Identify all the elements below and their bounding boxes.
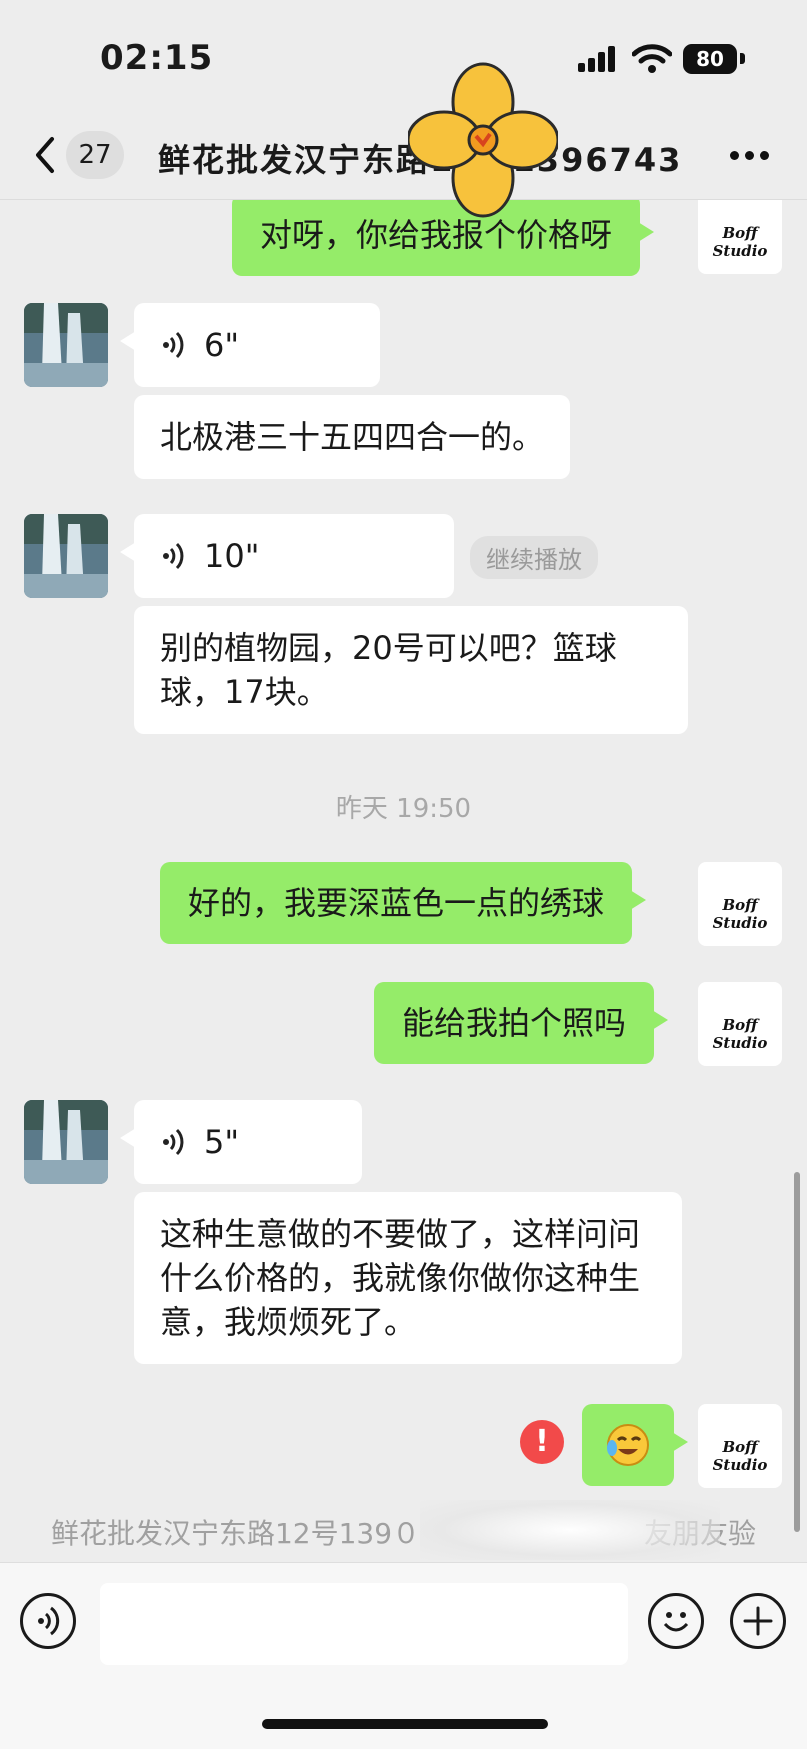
input-bar [0, 1562, 807, 1749]
blur-overlay [420, 1500, 720, 1560]
more-options-icon[interactable] [728, 151, 772, 163]
voice-duration: 10" [204, 537, 260, 575]
cellular-signal-icon [578, 46, 620, 72]
outgoing-message[interactable]: 好的，我要深蓝色一点的绣球 [160, 862, 647, 944]
status-time: 02:15 [100, 38, 214, 78]
my-avatar[interactable]: Boff Studio [698, 862, 782, 946]
message-timestamp: 昨天 19:50 [335, 794, 472, 824]
status-bar: 02:15 80 [0, 0, 807, 115]
incoming-message[interactable]: 北极港三十五四四合一的。 [134, 395, 571, 479]
flower-sticker-icon [408, 62, 558, 218]
contact-avatar[interactable] [24, 514, 108, 598]
battery-icon: 80 [683, 44, 737, 74]
voice-input-icon [38, 1606, 60, 1636]
voice-wave-icon [163, 1128, 184, 1156]
voice-message[interactable]: 5" [120, 1100, 362, 1184]
chat-header: 27 鲜花批发汉宁东路12号1396743５ [0, 115, 807, 200]
voice-wave-icon [163, 542, 184, 570]
contact-avatar[interactable] [24, 303, 108, 387]
voice-wave-icon [163, 331, 184, 359]
my-avatar[interactable]: Boff Studio [698, 200, 782, 274]
plus-icon [743, 1606, 773, 1636]
incoming-message[interactable]: 这种生意做的不要做了，这样问问什么价格的，我就像你做你这种生意，我烦烦死了。 [134, 1192, 682, 1364]
outgoing-message[interactable]: 能给我拍个照吗 [374, 982, 669, 1064]
my-avatar[interactable]: Boff Studio [698, 1404, 782, 1488]
waterfall-avatar-image [24, 514, 108, 598]
my-avatar[interactable]: Boff Studio [698, 982, 782, 1066]
scrollbar[interactable] [794, 1172, 800, 1532]
waterfall-avatar-image [24, 303, 108, 387]
incoming-message[interactable]: 别的植物园，20号可以吧？篮球球，17块。 [134, 606, 688, 734]
smiley-icon [663, 1612, 689, 1632]
unread-count-badge[interactable]: 27 [66, 131, 124, 179]
crying-laughing-emoji-icon [607, 1424, 649, 1466]
home-indicator [262, 1719, 548, 1729]
message-list[interactable]: 对呀，你给我报个价格呀 Boff Studio 6" 北极港三十五四四合一的。 [0, 200, 807, 1562]
battery-tip [740, 53, 745, 64]
contact-avatar[interactable] [24, 1100, 108, 1184]
voice-message[interactable]: 6" [120, 303, 380, 387]
waterfall-avatar-image [24, 1100, 108, 1184]
back-chevron-icon[interactable] [30, 133, 60, 177]
voice-duration: 5" [204, 1123, 240, 1161]
voice-input-button[interactable] [20, 1593, 76, 1649]
emoji-button[interactable] [648, 1593, 704, 1649]
wifi-icon [632, 44, 672, 73]
continue-playing-button[interactable]: 继续播放 [470, 536, 598, 579]
send-failed-icon[interactable]: ! [520, 1420, 564, 1464]
more-actions-button[interactable] [730, 1593, 786, 1649]
outgoing-emoji-message[interactable] [582, 1404, 688, 1486]
message-input[interactable] [100, 1583, 628, 1665]
voice-duration: 6" [204, 326, 240, 364]
voice-message[interactable]: 10" [120, 514, 454, 598]
